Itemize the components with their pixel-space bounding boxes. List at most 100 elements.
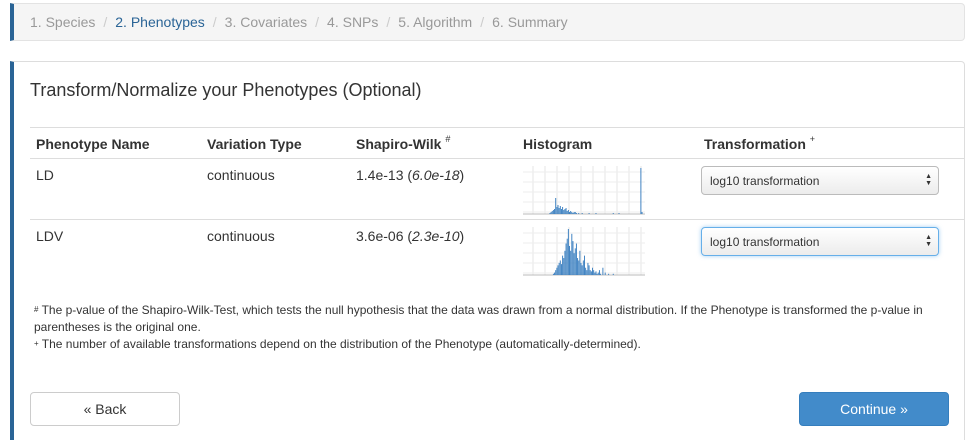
transformation-select[interactable]: log10 transformation ▲ ▼ xyxy=(701,227,939,256)
histogram-bar xyxy=(587,262,589,275)
histogram-bar xyxy=(567,210,569,214)
histogram-bar xyxy=(571,233,573,275)
select-arrows-icon: ▲ ▼ xyxy=(925,173,932,187)
table-row: LDV continuous 3.6e-06 (2.3e-10) log10 t… xyxy=(30,220,965,281)
histogram-bar xyxy=(580,262,582,275)
breadcrumb-separator: / xyxy=(315,14,320,30)
histogram-bar xyxy=(585,267,587,275)
breadcrumb-separator: / xyxy=(386,14,391,30)
histogram-bar xyxy=(550,212,552,214)
col-transformation: Transformation + xyxy=(698,127,965,159)
histogram-bar xyxy=(571,212,573,214)
histogram-bar xyxy=(584,255,585,275)
breadcrumb-algorithm[interactable]: 5. Algorithm xyxy=(398,14,472,30)
histogram-bar xyxy=(574,212,576,214)
histogram-bar xyxy=(586,270,588,275)
breadcrumb-snps[interactable]: 4. SNPs xyxy=(327,14,378,30)
phenotype-name: LD xyxy=(30,158,201,220)
histogram-bar xyxy=(578,213,580,214)
breadcrumb-summary[interactable]: 6. Summary xyxy=(492,14,567,30)
histogram-bar xyxy=(555,270,557,275)
histogram-bar xyxy=(572,241,574,275)
back-button[interactable]: « Back xyxy=(30,392,180,426)
histogram-bar xyxy=(565,208,567,214)
histogram-bar xyxy=(556,267,558,275)
histogram-bar xyxy=(573,212,575,214)
histogram-bar xyxy=(563,258,565,275)
histogram-bar xyxy=(552,210,554,214)
breadcrumb-separator: / xyxy=(480,14,485,30)
histogram-bar xyxy=(592,267,594,275)
histogram-bar xyxy=(581,265,583,275)
transformation-cell: log10 transformation ▲ ▼ xyxy=(698,220,965,281)
transformation-cell: log10 transformation ▲ ▼ xyxy=(698,158,965,220)
breadcrumb-covariates[interactable]: 3. Covariates xyxy=(225,14,307,30)
histogram-bar xyxy=(612,273,614,275)
transformation-select[interactable]: log10 transformation ▲ ▼ xyxy=(701,166,939,195)
histogram-bar xyxy=(569,245,570,275)
continue-button[interactable]: Continue » xyxy=(799,392,949,426)
transform-panel: Transform/Normalize your Phenotypes (Opt… xyxy=(10,61,965,440)
histogram-bar xyxy=(560,209,562,214)
histogram-bar xyxy=(565,243,567,275)
shapiro-pvalue: 3.6e-06 (2.3e-10) xyxy=(356,228,465,244)
histogram-bar xyxy=(573,253,575,275)
breadcrumb-species[interactable]: 1. Species xyxy=(30,14,95,30)
transformation-footnote-mark: + xyxy=(809,134,816,144)
footnote-shapiro: # The p-value of the Shapiro-Wilk-Test, … xyxy=(34,303,923,334)
histogram-bar xyxy=(566,238,568,275)
histogram-ldv xyxy=(523,227,645,276)
transformation-select-value: log10 transformation xyxy=(710,235,820,249)
histogram-bar xyxy=(556,207,558,214)
histogram-bar xyxy=(562,207,564,214)
histogram-bar xyxy=(600,273,602,275)
histogram-bar xyxy=(588,213,590,214)
histogram-bar xyxy=(577,258,579,275)
histogram-bar xyxy=(588,265,590,275)
histogram-bar xyxy=(640,168,642,214)
table-row: LD continuous 1.4e-13 (6.0e-18) log10 tr… xyxy=(30,158,965,220)
histogram-bar xyxy=(557,205,559,214)
col-shapiro-wilk: Shapiro-Wilk # xyxy=(350,127,517,159)
histogram-bar xyxy=(594,272,596,275)
histogram-bar xyxy=(595,213,597,214)
histogram-bar xyxy=(551,211,553,214)
histogram-bar xyxy=(574,248,576,275)
select-arrows-icon: ▲ ▼ xyxy=(925,234,932,248)
histogram-bar xyxy=(552,273,554,275)
histogram-bar xyxy=(564,250,566,275)
histogram-bar xyxy=(570,211,572,214)
histogram-bar xyxy=(597,272,599,275)
shapiro-footnote-mark: # xyxy=(445,134,451,144)
variation-type: continuous xyxy=(201,158,350,220)
histogram-bar xyxy=(589,270,591,275)
histogram-bar xyxy=(579,250,581,275)
transformation-select-value: log10 transformation xyxy=(710,174,820,188)
original-pvalue: 2.3e-10 xyxy=(412,228,460,244)
histogram-bar xyxy=(560,264,562,275)
histogram-bar xyxy=(575,243,577,275)
histogram-bar xyxy=(618,213,620,214)
shapiro-pvalue: 1.4e-13 (6.0e-18) xyxy=(350,158,517,220)
histogram-cell xyxy=(517,220,698,281)
histogram-bar xyxy=(559,260,561,275)
phenotype-name: LDV xyxy=(36,228,64,244)
histogram-ld xyxy=(523,166,645,215)
histogram-bar xyxy=(596,273,598,275)
histogram-bar xyxy=(567,229,569,275)
histogram-bar xyxy=(558,262,560,275)
histogram-bar xyxy=(604,272,606,275)
histogram-cell xyxy=(517,158,698,220)
footnote-transformation: + The number of available transformation… xyxy=(34,337,641,351)
histogram-bar xyxy=(555,198,557,214)
panel-title: Transform/Normalize your Phenotypes (Opt… xyxy=(30,80,422,100)
breadcrumb-separator: / xyxy=(103,14,108,30)
histogram-bar xyxy=(570,250,572,275)
histogram-bar xyxy=(554,209,556,214)
histogram-bar xyxy=(557,265,559,275)
breadcrumb-phenotypes[interactable]: 2. Phenotypes xyxy=(115,14,205,30)
histogram-bar xyxy=(572,213,574,214)
histogram-bar xyxy=(608,273,610,275)
col-histogram: Histogram xyxy=(517,127,698,159)
histogram-bar xyxy=(641,212,643,214)
